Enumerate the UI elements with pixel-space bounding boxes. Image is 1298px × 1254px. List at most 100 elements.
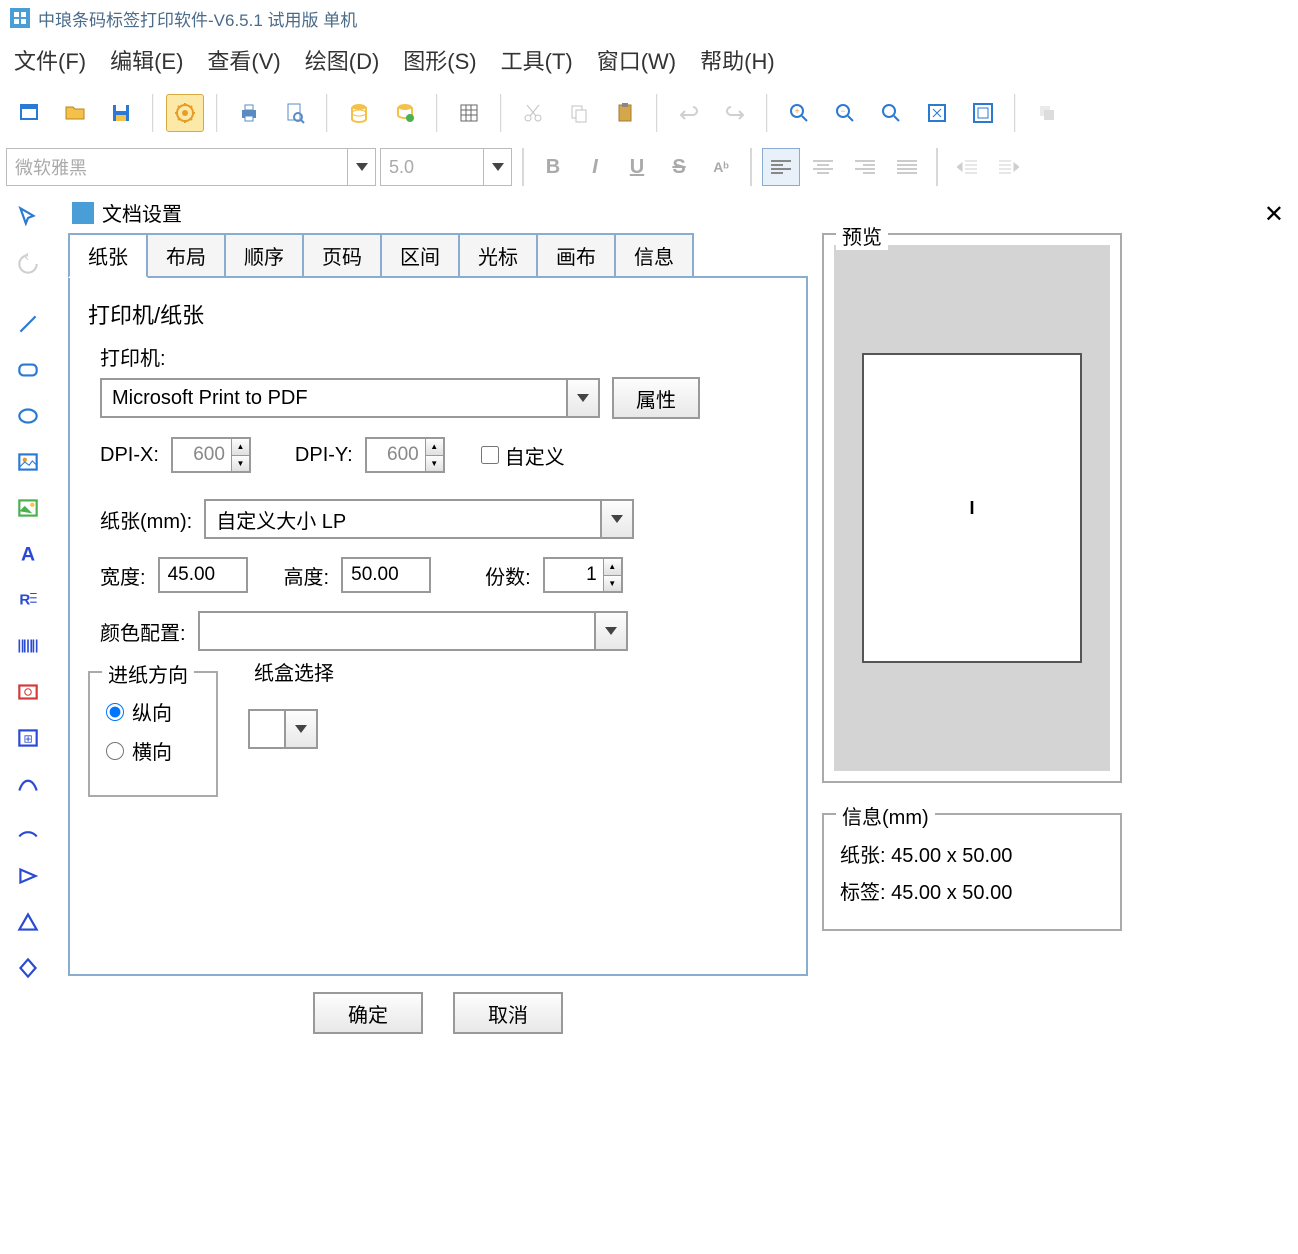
color-profile-combo[interactable]	[198, 611, 628, 651]
ok-button[interactable]: 确定	[313, 992, 423, 1034]
fit-page-icon[interactable]	[964, 94, 1002, 132]
tab-order[interactable]: 顺序	[224, 233, 304, 278]
strikethrough-icon[interactable]: S	[660, 148, 698, 186]
tab-paper[interactable]: 纸张	[68, 233, 148, 278]
print-icon[interactable]	[230, 94, 268, 132]
indent-left-icon[interactable]	[948, 148, 986, 186]
diamond-tool-icon[interactable]	[6, 946, 50, 990]
align-right-icon[interactable]	[846, 148, 884, 186]
settings-icon[interactable]	[166, 94, 204, 132]
chevron-down-icon[interactable]	[566, 380, 598, 416]
window-title: 中琅条码标签打印软件-V6.5.1 试用版 单机	[38, 6, 357, 31]
tab-pagenum[interactable]: 页码	[302, 233, 382, 278]
dpi-y-input[interactable]: ▲▼	[365, 437, 445, 473]
menu-draw[interactable]: 绘图(D)	[305, 44, 380, 76]
arc-tool-icon[interactable]	[6, 808, 50, 852]
save-icon[interactable]	[102, 94, 140, 132]
copies-label: 份数:	[485, 561, 531, 590]
menu-shape[interactable]: 图形(S)	[403, 44, 476, 76]
qrcode-tool-icon[interactable]	[6, 670, 50, 714]
undo-icon[interactable]	[670, 94, 708, 132]
redo-icon[interactable]	[716, 94, 754, 132]
height-input[interactable]	[341, 557, 431, 593]
database-icon[interactable]	[340, 94, 378, 132]
copy-icon[interactable]	[560, 94, 598, 132]
tray-combo[interactable]	[248, 709, 318, 749]
grid-icon[interactable]	[450, 94, 488, 132]
align-center-icon[interactable]	[804, 148, 842, 186]
chevron-down-icon[interactable]	[483, 149, 511, 185]
custom-checkbox[interactable]: 自定义	[481, 441, 565, 470]
font-size-combo[interactable]: 5.0	[380, 148, 512, 186]
menu-view[interactable]: 查看(V)	[207, 44, 280, 76]
cut-icon[interactable]	[514, 94, 552, 132]
open-icon[interactable]	[56, 94, 94, 132]
zoom-icon[interactable]	[872, 94, 910, 132]
paper-label: 纸张(mm):	[100, 505, 192, 534]
triangle-tool-icon[interactable]	[6, 900, 50, 944]
menu-window[interactable]: 窗口(W)	[597, 44, 676, 76]
new-doc-icon[interactable]	[10, 94, 48, 132]
print-preview-icon[interactable]	[276, 94, 314, 132]
tray-group: 纸盒选择	[248, 671, 753, 797]
bold-icon[interactable]: B	[534, 148, 572, 186]
round-rect-tool-icon[interactable]	[6, 348, 50, 392]
landscape-radio[interactable]: 横向	[106, 736, 200, 765]
portrait-radio[interactable]: 纵向	[106, 697, 200, 726]
chevron-down-icon[interactable]	[284, 711, 316, 747]
chevron-down-icon[interactable]	[347, 149, 375, 185]
richtext-tool-icon[interactable]: R	[6, 578, 50, 622]
menu-file[interactable]: 文件(F)	[14, 44, 86, 76]
copies-input[interactable]: ▲▼	[543, 557, 623, 593]
fit-screen-icon[interactable]	[918, 94, 956, 132]
tab-layout[interactable]: 布局	[146, 233, 226, 278]
format-toolbar: 微软雅黑 5.0 B I U S Aᵇ	[0, 142, 1298, 192]
menu-edit[interactable]: 编辑(E)	[110, 44, 183, 76]
align-left-icon[interactable]	[762, 148, 800, 186]
polygon-tool-icon[interactable]	[6, 854, 50, 898]
font-name-value: 微软雅黑	[15, 154, 87, 180]
tab-info[interactable]: 信息	[614, 233, 694, 278]
curve-tool-icon[interactable]	[6, 762, 50, 806]
dialog-title-text: 文档设置	[102, 198, 182, 227]
tab-cursor[interactable]: 光标	[458, 233, 538, 278]
rotate-tool-icon[interactable]	[6, 242, 50, 286]
barcode-tool-icon[interactable]	[6, 624, 50, 668]
indent-right-icon[interactable]	[990, 148, 1028, 186]
chevron-down-icon[interactable]	[600, 501, 632, 537]
chevron-down-icon[interactable]	[594, 613, 626, 649]
cancel-button[interactable]: 取消	[453, 992, 563, 1034]
left-toolbar: A R ⊞	[0, 192, 58, 1050]
close-icon[interactable]: ✕	[1264, 200, 1284, 229]
pointer-tool-icon[interactable]	[6, 196, 50, 240]
dpi-x-input[interactable]: ▲▼	[171, 437, 251, 473]
zoom-out-icon[interactable]: −	[826, 94, 864, 132]
line-tool-icon[interactable]	[6, 302, 50, 346]
info-panel: 信息(mm) 纸张: 45.00 x 50.00 标签: 45.00 x 50.…	[822, 813, 1122, 931]
paste-icon[interactable]	[606, 94, 644, 132]
width-input[interactable]	[158, 557, 248, 593]
table-tool-icon[interactable]: ⊞	[6, 716, 50, 760]
italic-icon[interactable]: I	[576, 148, 614, 186]
zoom-in-icon[interactable]: +	[780, 94, 818, 132]
tab-canvas[interactable]: 画布	[536, 233, 616, 278]
document-settings-dialog: 文档设置 ✕ 纸张 布局 顺序 页码 区间 光标 画布 信息 打印机/纸张	[58, 192, 1298, 1050]
image-tool-icon[interactable]	[6, 440, 50, 484]
printer-combo[interactable]: Microsoft Print to PDF	[100, 378, 600, 418]
paper-size-combo[interactable]: 自定义大小 LP	[204, 499, 634, 539]
preview-panel: 预览 I	[822, 233, 1122, 783]
tab-range[interactable]: 区间	[380, 233, 460, 278]
title-bar: 中琅条码标签打印软件-V6.5.1 试用版 单机	[0, 0, 1298, 36]
font-style-icon[interactable]: Aᵇ	[702, 148, 740, 186]
layers-icon[interactable]	[1028, 94, 1066, 132]
database-sync-icon[interactable]	[386, 94, 424, 132]
font-name-combo[interactable]: 微软雅黑	[6, 148, 376, 186]
text-tool-icon[interactable]: A	[6, 532, 50, 576]
ellipse-tool-icon[interactable]	[6, 394, 50, 438]
picture-tool-icon[interactable]	[6, 486, 50, 530]
underline-icon[interactable]: U	[618, 148, 656, 186]
menu-tools[interactable]: 工具(T)	[501, 44, 573, 76]
align-justify-icon[interactable]	[888, 148, 926, 186]
properties-button[interactable]: 属性	[612, 377, 700, 419]
menu-help[interactable]: 帮助(H)	[700, 44, 775, 76]
